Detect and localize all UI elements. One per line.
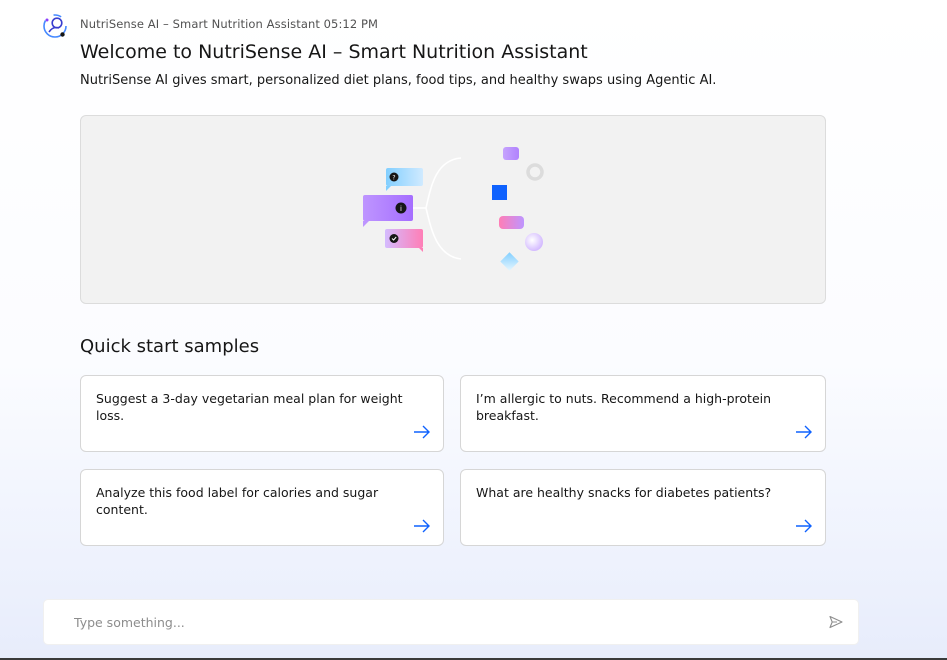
message-time: 05:12 PM — [323, 17, 379, 31]
send-icon[interactable] — [828, 614, 844, 630]
arrow-right-icon — [796, 519, 812, 533]
chat-illustration-icon: ? i — [363, 147, 544, 271]
chat-input[interactable] — [74, 600, 814, 644]
welcome-description: NutriSense AI gives smart, personalized … — [80, 73, 717, 88]
message-meta: NutriSense AI – Smart Nutrition Assistan… — [80, 17, 378, 31]
sample-card-text: Suggest a 3-day vegetarian meal plan for… — [96, 391, 403, 423]
sample-card-3[interactable]: Analyze this food label for calories and… — [80, 469, 444, 546]
bot-name: NutriSense AI – Smart Nutrition Assistan… — [80, 17, 320, 31]
sample-card-1[interactable]: Suggest a 3-day vegetarian meal plan for… — [80, 375, 444, 452]
sample-card-text: Analyze this food label for calories and… — [96, 485, 379, 517]
sample-card-text: I’m allergic to nuts. Recommend a high-p… — [476, 391, 772, 423]
svg-text:?: ? — [392, 175, 395, 182]
svg-text:i: i — [400, 205, 402, 213]
welcome-title: Welcome to NutriSense AI – Smart Nutriti… — [80, 41, 588, 63]
arrow-right-icon — [414, 425, 430, 439]
sample-card-2[interactable]: I’m allergic to nuts. Recommend a high-p… — [460, 375, 826, 452]
arrow-right-icon — [796, 425, 812, 439]
bot-avatar-icon — [43, 14, 67, 38]
hero-illustration: ? i — [80, 115, 826, 304]
sample-card-text: What are healthy snacks for diabetes pat… — [476, 485, 772, 500]
sample-card-4[interactable]: What are healthy snacks for diabetes pat… — [460, 469, 826, 546]
arrow-right-icon — [414, 519, 430, 533]
chat-input-bar — [44, 600, 858, 644]
samples-heading: Quick start samples — [80, 336, 260, 357]
